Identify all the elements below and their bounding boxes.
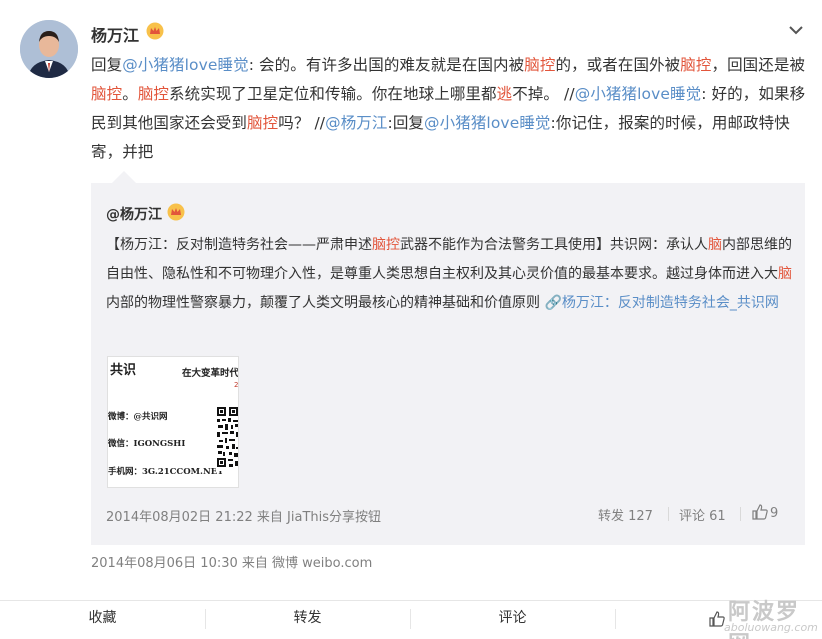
card-headline: 在大变革时代 <box>182 368 239 379</box>
card-line-weibo: 微博：@共识网 <box>108 412 168 422</box>
forward-button[interactable]: 转发 <box>205 601 410 639</box>
text-run: : 会的。有许多出国的难友就是在国内被 <box>248 56 525 74</box>
bottom-action-bar: 收藏 转发 评论 <box>0 600 822 639</box>
text-run: 不掉。 // <box>512 85 575 103</box>
text-run: 的，或者在国外被 <box>555 56 681 74</box>
post-text: 回复@小猪猪love睡觉: 会的。有许多出国的难友就是在国内被脑控的，或者在国外… <box>91 51 811 167</box>
divider <box>668 507 669 521</box>
mention-link[interactable]: @小猪猪love睡觉 <box>424 114 551 132</box>
quote-author-name[interactable]: @杨万江 <box>106 204 162 224</box>
text-run: 。 <box>122 85 138 103</box>
site-watermark: 阿波罗网 aboluowang.com <box>710 594 820 639</box>
avatar-portrait-icon <box>20 20 78 78</box>
text-run: 武器不能作为合法警务工具使用】共识网：承认人 <box>400 237 708 253</box>
text-run: 系统实现了卫星定位和传输。你在地球上哪里都 <box>169 85 497 103</box>
favorite-button[interactable]: 收藏 <box>0 601 205 639</box>
keyword-link[interactable]: 脑控 <box>680 56 711 74</box>
card-line-wechat: 微信：IGONGSHI <box>108 439 186 449</box>
vip-crown-icon[interactable] <box>146 22 164 40</box>
quote-like-button[interactable]: 9 <box>752 504 778 521</box>
quote-like-count: 9 <box>770 506 779 521</box>
article-link[interactable]: 🔗杨万江：反对制造特务社会_共识网 <box>544 295 778 311</box>
keyword-link[interactable]: 脑 <box>708 237 722 253</box>
card-logo: 共识 <box>110 363 137 378</box>
qr-code-icon <box>216 405 238 471</box>
weibo-post-page: 杨万江 回复@小猪猪love睡觉: 会的。有许多出国的难友就是在国内被脑控的，或… <box>0 0 822 639</box>
mention-link[interactable]: @杨万江 <box>325 114 387 132</box>
avatar[interactable] <box>20 20 78 78</box>
keyword-link[interactable]: 脑控 <box>524 56 555 74</box>
card-line-mobile: 手机网：3G.21CCOM.NET <box>108 467 224 477</box>
keyword-link[interactable]: 逃 <box>497 85 513 103</box>
card-number: 21 <box>234 381 239 389</box>
text-run: 回复 <box>91 56 123 74</box>
keyword-link[interactable]: 脑控 <box>247 114 278 132</box>
text-run: 吗？ // <box>278 114 326 132</box>
text-run: :回复 <box>387 114 425 132</box>
keyword-link[interactable]: 脑控 <box>372 237 400 253</box>
mention-link[interactable]: @小猪猪love睡觉 <box>122 56 249 74</box>
vip-crown-icon[interactable] <box>167 203 185 221</box>
keyword-link[interactable]: 脑控 <box>91 85 122 103</box>
watermark-en: aboluowang.com <box>724 621 818 634</box>
quote-arrow <box>112 171 136 183</box>
chevron-down-icon[interactable] <box>788 22 804 38</box>
text-run: ，回国还是被 <box>711 56 806 74</box>
comment-button[interactable]: 评论 <box>410 601 615 639</box>
quote-image-thumbnail[interactable]: 共识 在大变革时代 21 微博：@共识网 微信：IGONGSHI 手机网：3G.… <box>107 356 239 488</box>
divider <box>740 507 741 521</box>
thumbs-up-icon <box>752 504 768 520</box>
post-author-name[interactable]: 杨万江 <box>91 22 139 46</box>
keyword-link[interactable]: 脑控 <box>138 85 169 103</box>
mention-link[interactable]: @小猪猪love睡觉 <box>575 85 702 103</box>
keyword-link[interactable]: 脑 <box>778 266 792 282</box>
text-run: 内部的物理性警察暴力，颠覆了人类文明最核心的精神基础和价值原则 <box>106 295 545 311</box>
quote-timestamp-source: 2014年08月02日 21:22 来自 JiaThis分享按钮 <box>106 510 382 525</box>
post-timestamp-source: 2014年08月06日 10:30 来自 微博 weibo.com <box>91 556 373 571</box>
quote-comment-count[interactable]: 评论 61 <box>679 505 726 524</box>
quote-forward-count[interactable]: 转发 127 <box>598 505 653 524</box>
quote-text: 【杨万江：反对制造特务社会——严肃申述脑控武器不能作为合法警务工具使用】共识网：… <box>106 231 796 318</box>
text-run: 【杨万江：反对制造特务社会——严肃申述 <box>106 237 372 253</box>
